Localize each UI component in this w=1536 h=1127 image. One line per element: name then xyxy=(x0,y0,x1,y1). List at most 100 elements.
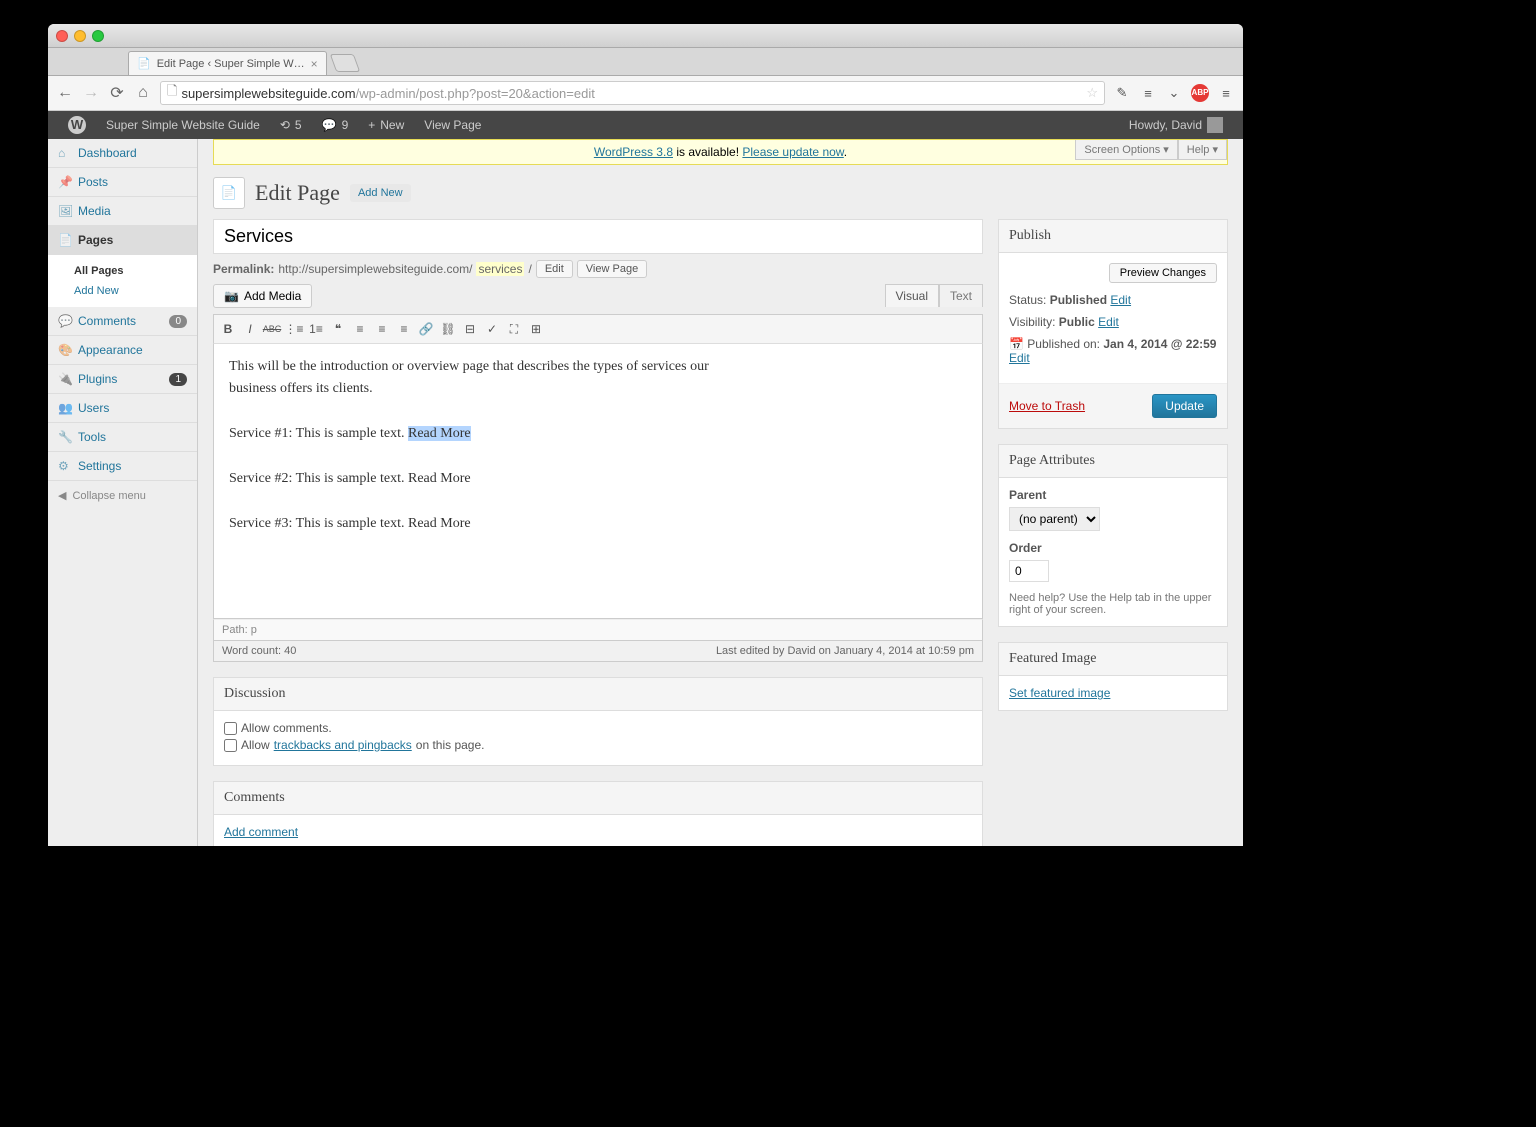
url-domain: supersimplewebsiteguide.com xyxy=(181,86,355,101)
screen-meta: Screen Options ▾ Help ▾ xyxy=(1075,140,1227,160)
new-tab-button[interactable] xyxy=(329,54,360,72)
allow-pings-checkbox[interactable] xyxy=(224,739,237,752)
tab-title: Edit Page ‹ Super Simple W… xyxy=(157,58,305,70)
wp-admin-bar: W Super Simple Website Guide ⟲5 💬9 +New … xyxy=(48,111,1243,139)
window-close[interactable] xyxy=(56,30,68,42)
close-tab-icon[interactable]: × xyxy=(311,57,318,71)
trash-link[interactable]: Move to Trash xyxy=(1009,399,1085,413)
allow-comments-checkbox[interactable] xyxy=(224,722,237,735)
align-center-icon[interactable]: ≡ xyxy=(372,319,392,339)
update-now-link[interactable]: Please update now xyxy=(742,145,843,159)
add-media-button[interactable]: 📷Add Media xyxy=(213,284,312,308)
pocket-icon[interactable]: ⌄ xyxy=(1165,84,1183,102)
edit-permalink-button[interactable]: Edit xyxy=(536,260,573,278)
menu-comments[interactable]: 💬Comments0 xyxy=(48,307,197,336)
tab-strip: 📄 Edit Page ‹ Super Simple W… × xyxy=(48,48,1243,76)
view-page-button[interactable]: View Page xyxy=(577,260,647,278)
submenu-add-new[interactable]: Add New xyxy=(48,281,197,301)
menu-media[interactable]: 🖼Media xyxy=(48,197,197,226)
browser-tab[interactable]: 📄 Edit Page ‹ Super Simple W… × xyxy=(128,51,327,75)
page-header-icon: 📄 xyxy=(213,177,245,209)
menu-dashboard[interactable]: ⌂Dashboard xyxy=(48,139,197,168)
attributes-title: Page Attributes xyxy=(999,445,1227,478)
strike-icon[interactable]: ABC xyxy=(262,319,282,339)
menu-appearance[interactable]: 🎨Appearance xyxy=(48,336,197,365)
new-content-link[interactable]: +New xyxy=(358,111,414,139)
trackbacks-link[interactable]: trackbacks and pingbacks xyxy=(274,738,412,752)
comments-box: Comments Add comment No comments yet. xyxy=(213,781,983,846)
editor-toolbar: B I ABC ⋮≡ 1≡ ❝ ≡ ≡ ≡ 🔗 ⛓ ⊟ ✓ ⛶ xyxy=(213,314,983,344)
collapse-icon: ◀ xyxy=(58,489,66,502)
add-new-button[interactable]: Add New xyxy=(350,184,411,202)
update-notice: WordPress 3.8 is available! Please updat… xyxy=(213,139,1228,165)
avatar xyxy=(1207,117,1223,133)
adblock-icon[interactable]: ABP xyxy=(1191,84,1209,102)
menu-pages[interactable]: 📄Pages xyxy=(48,226,197,255)
post-title-input[interactable] xyxy=(213,219,983,254)
publish-box: Publish Preview Changes Status: Publishe… xyxy=(998,219,1228,429)
window-minimize[interactable] xyxy=(74,30,86,42)
permalink-slug: services xyxy=(476,262,524,276)
kitchensink-icon[interactable]: ⊞ xyxy=(526,319,546,339)
add-comment-link[interactable]: Add comment xyxy=(224,825,298,839)
submenu-all-pages[interactable]: All Pages xyxy=(48,261,197,281)
unlink-icon[interactable]: ⛓ xyxy=(438,319,458,339)
set-featured-link[interactable]: Set featured image xyxy=(1009,686,1110,700)
update-button[interactable]: Update xyxy=(1152,394,1217,418)
titlebar xyxy=(48,24,1243,48)
page-icon: 📄 xyxy=(58,233,72,247)
comments-link[interactable]: 💬9 xyxy=(312,111,359,139)
wp-logo[interactable]: W xyxy=(58,111,96,139)
screen-options-tab[interactable]: Screen Options ▾ xyxy=(1075,140,1177,160)
url-input[interactable]: 🗋 supersimplewebsiteguide.com/wp-admin/p… xyxy=(160,81,1105,105)
wp-version-link[interactable]: WordPress 3.8 xyxy=(594,145,673,159)
page-icon: 🗋 xyxy=(167,82,177,104)
bookmark-star-icon[interactable]: ☆ xyxy=(1086,85,1098,101)
parent-select[interactable]: (no parent) xyxy=(1009,507,1100,531)
edit-visibility-link[interactable]: Edit xyxy=(1098,315,1119,329)
site-name-link[interactable]: Super Simple Website Guide xyxy=(96,111,270,139)
bold-icon[interactable]: B xyxy=(218,319,238,339)
preview-button[interactable]: Preview Changes xyxy=(1109,263,1217,283)
updates-link[interactable]: ⟲5 xyxy=(270,111,312,139)
window-zoom[interactable] xyxy=(92,30,104,42)
menu-plugins[interactable]: 🔌Plugins1 xyxy=(48,365,197,394)
url-path: /wp-admin/post.php?post=20&action=edit xyxy=(356,86,595,101)
menu-settings[interactable]: ⚙Settings xyxy=(48,452,197,481)
collapse-menu[interactable]: ◀Collapse menu xyxy=(48,481,197,510)
content-editor[interactable]: This will be the introduction or overvie… xyxy=(213,344,983,619)
view-page-link[interactable]: View Page xyxy=(414,111,491,139)
quote-icon[interactable]: ❝ xyxy=(328,319,348,339)
comments-title: Comments xyxy=(214,782,982,815)
evernote-icon[interactable]: ✎ xyxy=(1113,84,1131,102)
spell-icon[interactable]: ✓ xyxy=(482,319,502,339)
ul-icon[interactable]: ⋮≡ xyxy=(284,319,304,339)
menu-posts[interactable]: 📌Posts xyxy=(48,168,197,197)
howdy-account[interactable]: Howdy, David xyxy=(1119,111,1233,139)
more-icon[interactable]: ⊟ xyxy=(460,319,480,339)
italic-icon[interactable]: I xyxy=(240,319,260,339)
link-icon[interactable]: 🔗 xyxy=(416,319,436,339)
fullscreen-icon[interactable]: ⛶ xyxy=(504,319,524,339)
order-input[interactable] xyxy=(1009,560,1049,582)
reload-icon[interactable]: ⟳ xyxy=(108,84,126,102)
align-right-icon[interactable]: ≡ xyxy=(394,319,414,339)
discussion-title: Discussion xyxy=(214,678,982,711)
text-tab[interactable]: Text xyxy=(939,284,983,307)
menu-users[interactable]: 👥Users xyxy=(48,394,197,423)
refresh-icon: ⟲ xyxy=(280,118,290,132)
forward-icon[interactable]: → xyxy=(82,84,100,102)
edit-date-link[interactable]: Edit xyxy=(1009,351,1030,365)
edit-status-link[interactable]: Edit xyxy=(1110,293,1131,307)
buffer-icon[interactable]: ≡ xyxy=(1139,84,1157,102)
help-tab[interactable]: Help ▾ xyxy=(1178,140,1227,160)
visual-tab[interactable]: Visual xyxy=(885,284,939,307)
back-icon[interactable]: ← xyxy=(56,84,74,102)
menu-tools[interactable]: 🔧Tools xyxy=(48,423,197,452)
ol-icon[interactable]: 1≡ xyxy=(306,319,326,339)
home-icon[interactable]: ⌂ xyxy=(134,84,152,102)
appearance-icon: 🎨 xyxy=(58,343,72,357)
menu-icon[interactable]: ≡ xyxy=(1217,84,1235,102)
status-bar: Word count: 40 Last edited by David on J… xyxy=(213,641,983,662)
align-left-icon[interactable]: ≡ xyxy=(350,319,370,339)
